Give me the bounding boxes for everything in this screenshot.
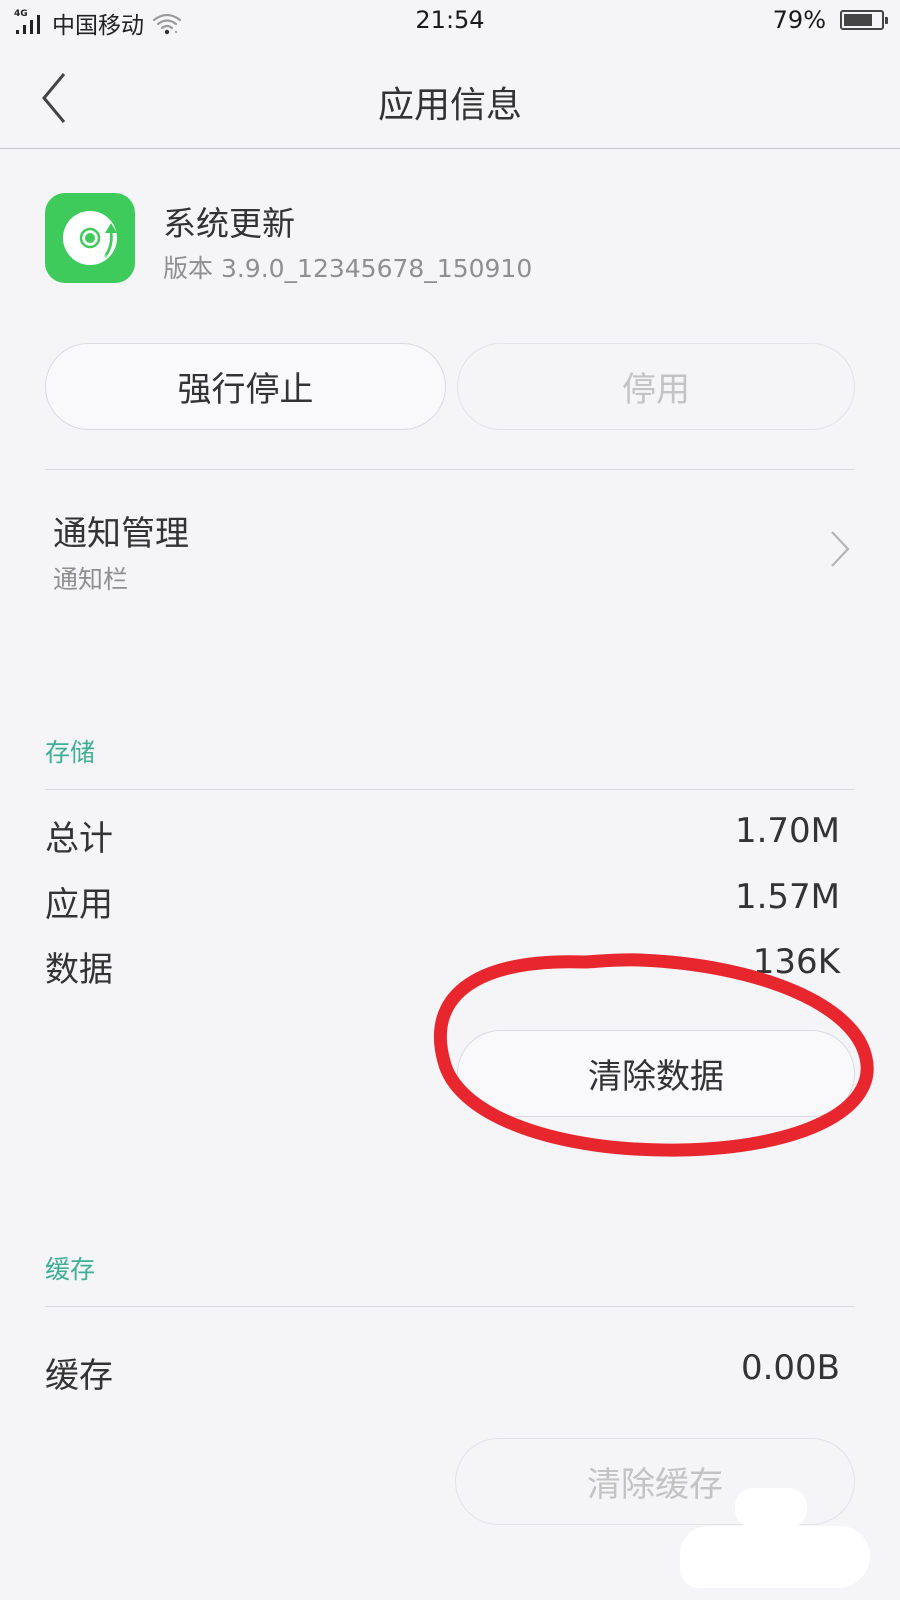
notification-subtitle: 通知栏	[53, 565, 129, 594]
clear-data-label: 清除数据	[588, 1057, 724, 1097]
force-stop-button[interactable]: 强行停止	[45, 343, 446, 430]
battery-percent: 79%	[772, 6, 826, 34]
redaction-mark	[735, 1488, 807, 1528]
storage-row-label: 应用	[45, 885, 113, 925]
cache-row-value: 0.00B	[740, 1348, 840, 1388]
clear-cache-label: 清除缓存	[587, 1465, 723, 1505]
redaction-mark	[680, 1526, 870, 1588]
clock: 21:54	[415, 6, 485, 34]
storage-section-label: 存储	[45, 738, 96, 767]
storage-row-total: 总计 1.70M	[45, 811, 840, 861]
battery-icon	[840, 10, 888, 30]
cache-section-label: 缓存	[45, 1255, 96, 1284]
storage-row-label: 总计	[45, 819, 113, 859]
divider	[45, 469, 855, 470]
force-stop-label: 强行停止	[177, 370, 314, 410]
disable-label: 停用	[622, 370, 690, 410]
status-bar: 4G 中国移动 21:54 79%	[0, 0, 900, 46]
cache-row: 缓存 0.00B	[45, 1348, 840, 1398]
disable-button[interactable]: 停用	[457, 343, 855, 430]
app-icon	[45, 193, 135, 283]
divider	[45, 789, 855, 790]
app-header: 系统更新 版本 3.9.0_12345678_150910	[45, 193, 845, 283]
storage-row-label: 数据	[45, 950, 113, 990]
cache-row-label: 缓存	[45, 1356, 113, 1396]
storage-row-value: 136K	[752, 942, 840, 982]
storage-row-value: 1.57M	[734, 877, 840, 917]
title-bar: 应用信息	[0, 48, 900, 149]
clear-data-button[interactable]: 清除数据	[457, 1030, 855, 1117]
storage-row-value: 1.70M	[734, 811, 840, 851]
page-title: 应用信息	[377, 85, 522, 126]
notification-title: 通知管理	[53, 514, 189, 554]
divider	[45, 1306, 855, 1307]
battery-fill	[844, 14, 872, 26]
system-update-disc-icon	[63, 211, 117, 265]
notification-management-item[interactable]: 通知管理 通知栏	[45, 490, 855, 600]
app-name: 系统更新	[163, 204, 295, 243]
storage-row-data: 数据 136K	[45, 942, 840, 992]
chevron-right-icon	[831, 531, 850, 567]
storage-row-app: 应用 1.57M	[45, 877, 840, 927]
app-version: 版本 3.9.0_12345678_150910	[163, 254, 533, 283]
